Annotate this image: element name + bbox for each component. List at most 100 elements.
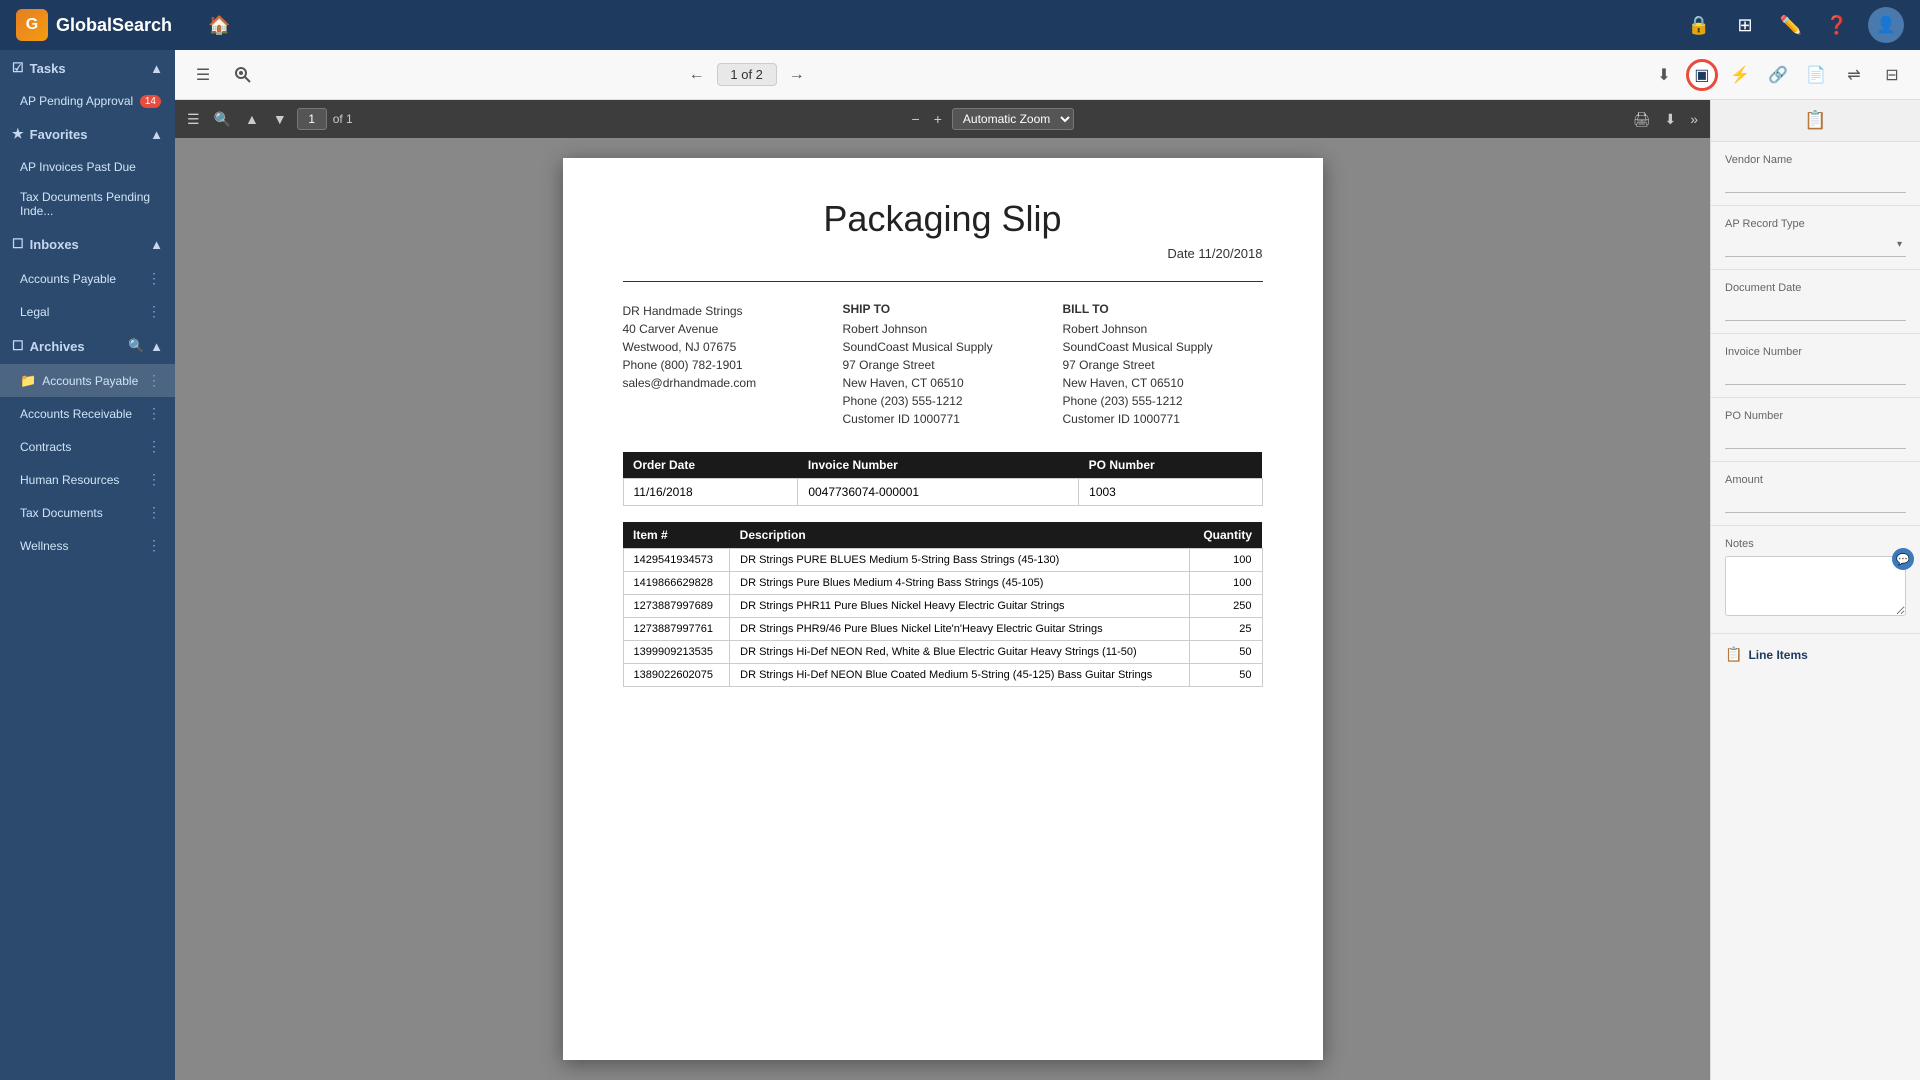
order-date-cell: 11/16/2018 [623, 479, 798, 506]
user-avatar[interactable]: 👤 [1868, 7, 1904, 43]
sidebar-item-ap-invoices[interactable]: AP Invoices Past Due [0, 152, 175, 182]
pdf-page-input[interactable] [297, 108, 327, 130]
sidebar-item-accounts-payable-inbox[interactable]: Accounts Payable ⋮ [0, 262, 175, 295]
file-button[interactable]: 📄 [1800, 59, 1832, 91]
ap-record-type-field-group: AP Record Type Invoice Purchase Order Re… [1711, 206, 1920, 270]
ship-address: 97 Orange Street [843, 356, 1043, 374]
inboxes-section-header[interactable]: ☐ Inboxes ▲ [0, 226, 175, 262]
sidebar-item-accounts-receivable[interactable]: Accounts Receivable ⋮ [0, 397, 175, 430]
accounts-receivable-more-icon[interactable]: ⋮ [147, 405, 161, 422]
sidebar-item-contracts[interactable]: Contracts ⋮ [0, 430, 175, 463]
pending-approval-badge: 14 [140, 95, 161, 108]
items-table: Item # Description Quantity 142954193457… [623, 522, 1263, 687]
notes-wrapper [1725, 556, 1906, 621]
tax-documents-more-icon[interactable]: ⋮ [147, 504, 161, 521]
sidebar-item-legal-inbox[interactable]: Legal ⋮ [0, 295, 175, 328]
split-button[interactable]: ⇌ [1838, 59, 1870, 91]
line-items-header[interactable]: 📋 Line Items [1725, 646, 1906, 663]
notes-textarea[interactable] [1725, 556, 1906, 616]
sidebar-item-wellness[interactable]: Wellness ⋮ [0, 529, 175, 562]
line-items-icon: 📋 [1725, 646, 1742, 663]
item-qty-cell: 100 [1189, 572, 1262, 595]
invoice-number-input[interactable] [1725, 364, 1906, 385]
inboxes-label: Inboxes [30, 237, 150, 252]
pdf-more-button[interactable]: » [1686, 109, 1702, 129]
notes-field-group: Notes 💬 [1711, 526, 1920, 634]
accounts-payable-inbox-more-icon[interactable]: ⋮ [147, 270, 161, 287]
lightning-button[interactable]: ⚡ [1724, 59, 1756, 91]
doc-addresses: DR Handmade Strings 40 Carver Avenue Wes… [623, 302, 1263, 428]
pdf-toolbar: ☰ 🔍 ▲ ▼ of 1 − + Automatic Zoom 50% 75% … [175, 100, 1710, 138]
menu-button[interactable]: ☰ [187, 59, 219, 91]
from-phone: Phone (800) 782-1901 [623, 356, 823, 374]
edit-icon[interactable]: ✏️ [1776, 10, 1806, 40]
pdf-sidebar-button[interactable]: ☰ [183, 109, 204, 130]
favorites-section-header[interactable]: ★ Favorites ▲ [0, 116, 175, 152]
sidebar: ☑ Tasks ▲ AP Pending Approval 14 ★ Favor… [0, 50, 175, 1080]
po-number-input[interactable] [1725, 428, 1906, 449]
app-logo-icon: G [16, 9, 48, 41]
main-layout: ☑ Tasks ▲ AP Pending Approval 14 ★ Favor… [0, 50, 1920, 1080]
legal-inbox-more-icon[interactable]: ⋮ [147, 303, 161, 320]
description-header: Description [730, 522, 1189, 549]
grid-view-button[interactable]: ⊟ [1876, 59, 1908, 91]
document-date-input[interactable] [1725, 300, 1906, 321]
human-resources-more-icon[interactable]: ⋮ [147, 471, 161, 488]
wellness-more-icon[interactable]: ⋮ [147, 537, 161, 554]
pdf-next-page-button[interactable]: ▼ [269, 109, 291, 129]
pdf-download-button[interactable]: ⬇ [1660, 109, 1680, 130]
grid-icon[interactable]: ⊞ [1730, 10, 1760, 40]
amount-input[interactable] [1725, 492, 1906, 513]
pdf-prev-page-button[interactable]: ▲ [241, 109, 263, 129]
main-toolbar: ☰ ← 1 of 2 → ⬇ ▣ ⚡ 🔗 📄 ⇌ ⊟ [175, 50, 1920, 100]
sidebar-item-tax-documents[interactable]: Tax Documents ⋮ [0, 496, 175, 529]
archives-section-header[interactable]: ☐ Archives 🔍 ▲ [0, 328, 175, 364]
logo-area: G GlobalSearch [16, 9, 172, 41]
help-icon[interactable]: ❓ [1822, 10, 1852, 40]
invoice-number-field-group: Invoice Number [1711, 334, 1920, 398]
item-num-cell: 1273887997689 [623, 595, 730, 618]
pdf-search-button[interactable]: 🔍 [210, 109, 235, 130]
lock-icon[interactable]: 🔒 [1684, 10, 1714, 40]
pdf-print-button[interactable]: 🖨 [1629, 109, 1655, 130]
prev-page-button[interactable]: ← [681, 59, 713, 91]
archives-label: Archives [30, 339, 128, 354]
favorites-collapse-icon: ▲ [150, 127, 163, 142]
next-page-button[interactable]: → [781, 59, 813, 91]
tasks-section-header[interactable]: ☑ Tasks ▲ [0, 50, 175, 86]
pdf-page-total: of 1 [333, 112, 353, 126]
archives-search-icon[interactable]: 🔍 [128, 338, 144, 354]
vendor-name-field-group: Vendor Name [1711, 142, 1920, 206]
bill-to-label: BILL TO [1063, 302, 1263, 316]
sidebar-item-pending-approval[interactable]: AP Pending Approval 14 [0, 86, 175, 116]
item-num-header: Item # [623, 522, 730, 549]
pdf-zoom-plus-button[interactable]: + [930, 109, 946, 129]
amount-label: Amount [1725, 474, 1906, 486]
vendor-name-label: Vendor Name [1725, 154, 1906, 166]
toolbar-right-icons: ⬇ ▣ ⚡ 🔗 📄 ⇌ ⊟ [1648, 59, 1908, 91]
order-table: Order Date Invoice Number PO Number 11/1… [623, 452, 1263, 506]
notes-chat-icon[interactable]: 💬 [1892, 548, 1914, 570]
accounts-payable-archive-more-icon[interactable]: ⋮ [147, 372, 161, 389]
home-button[interactable]: 🏠 [200, 11, 238, 40]
sidebar-item-tax-docs[interactable]: Tax Documents Pending Inde... [0, 182, 175, 226]
contracts-more-icon[interactable]: ⋮ [147, 438, 161, 455]
item-desc-cell: DR Strings PHR9/46 Pure Blues Nickel Lit… [730, 618, 1189, 641]
sidebar-item-human-resources[interactable]: Human Resources ⋮ [0, 463, 175, 496]
page-navigation: ← 1 of 2 → [681, 59, 813, 91]
bill-name: Robert Johnson [1063, 320, 1263, 338]
vendor-name-input[interactable] [1725, 172, 1906, 193]
item-desc-cell: DR Strings Hi-Def NEON Red, White & Blue… [730, 641, 1189, 664]
pdf-zoom-select[interactable]: Automatic Zoom 50% 75% 100% 150% [952, 108, 1074, 130]
pdf-zoom-minus-button[interactable]: − [908, 109, 924, 129]
link-button[interactable]: 🔗 [1762, 59, 1794, 91]
search-button[interactable] [227, 59, 259, 91]
document-page: Packaging Slip Date 11/20/2018 DR Handma… [563, 158, 1323, 1060]
index-card-button[interactable]: ▣ [1686, 59, 1718, 91]
invoice-number-header: Invoice Number [798, 452, 1079, 479]
save-button[interactable]: ⬇ [1648, 59, 1680, 91]
ap-record-type-select[interactable]: Invoice Purchase Order Receipt [1725, 236, 1906, 257]
sidebar-item-accounts-payable-archive[interactable]: 📁 Accounts Payable ⋮ [0, 364, 175, 397]
ship-to-label: SHIP TO [843, 302, 1043, 316]
accounts-payable-archive-label: Accounts Payable [42, 374, 138, 388]
